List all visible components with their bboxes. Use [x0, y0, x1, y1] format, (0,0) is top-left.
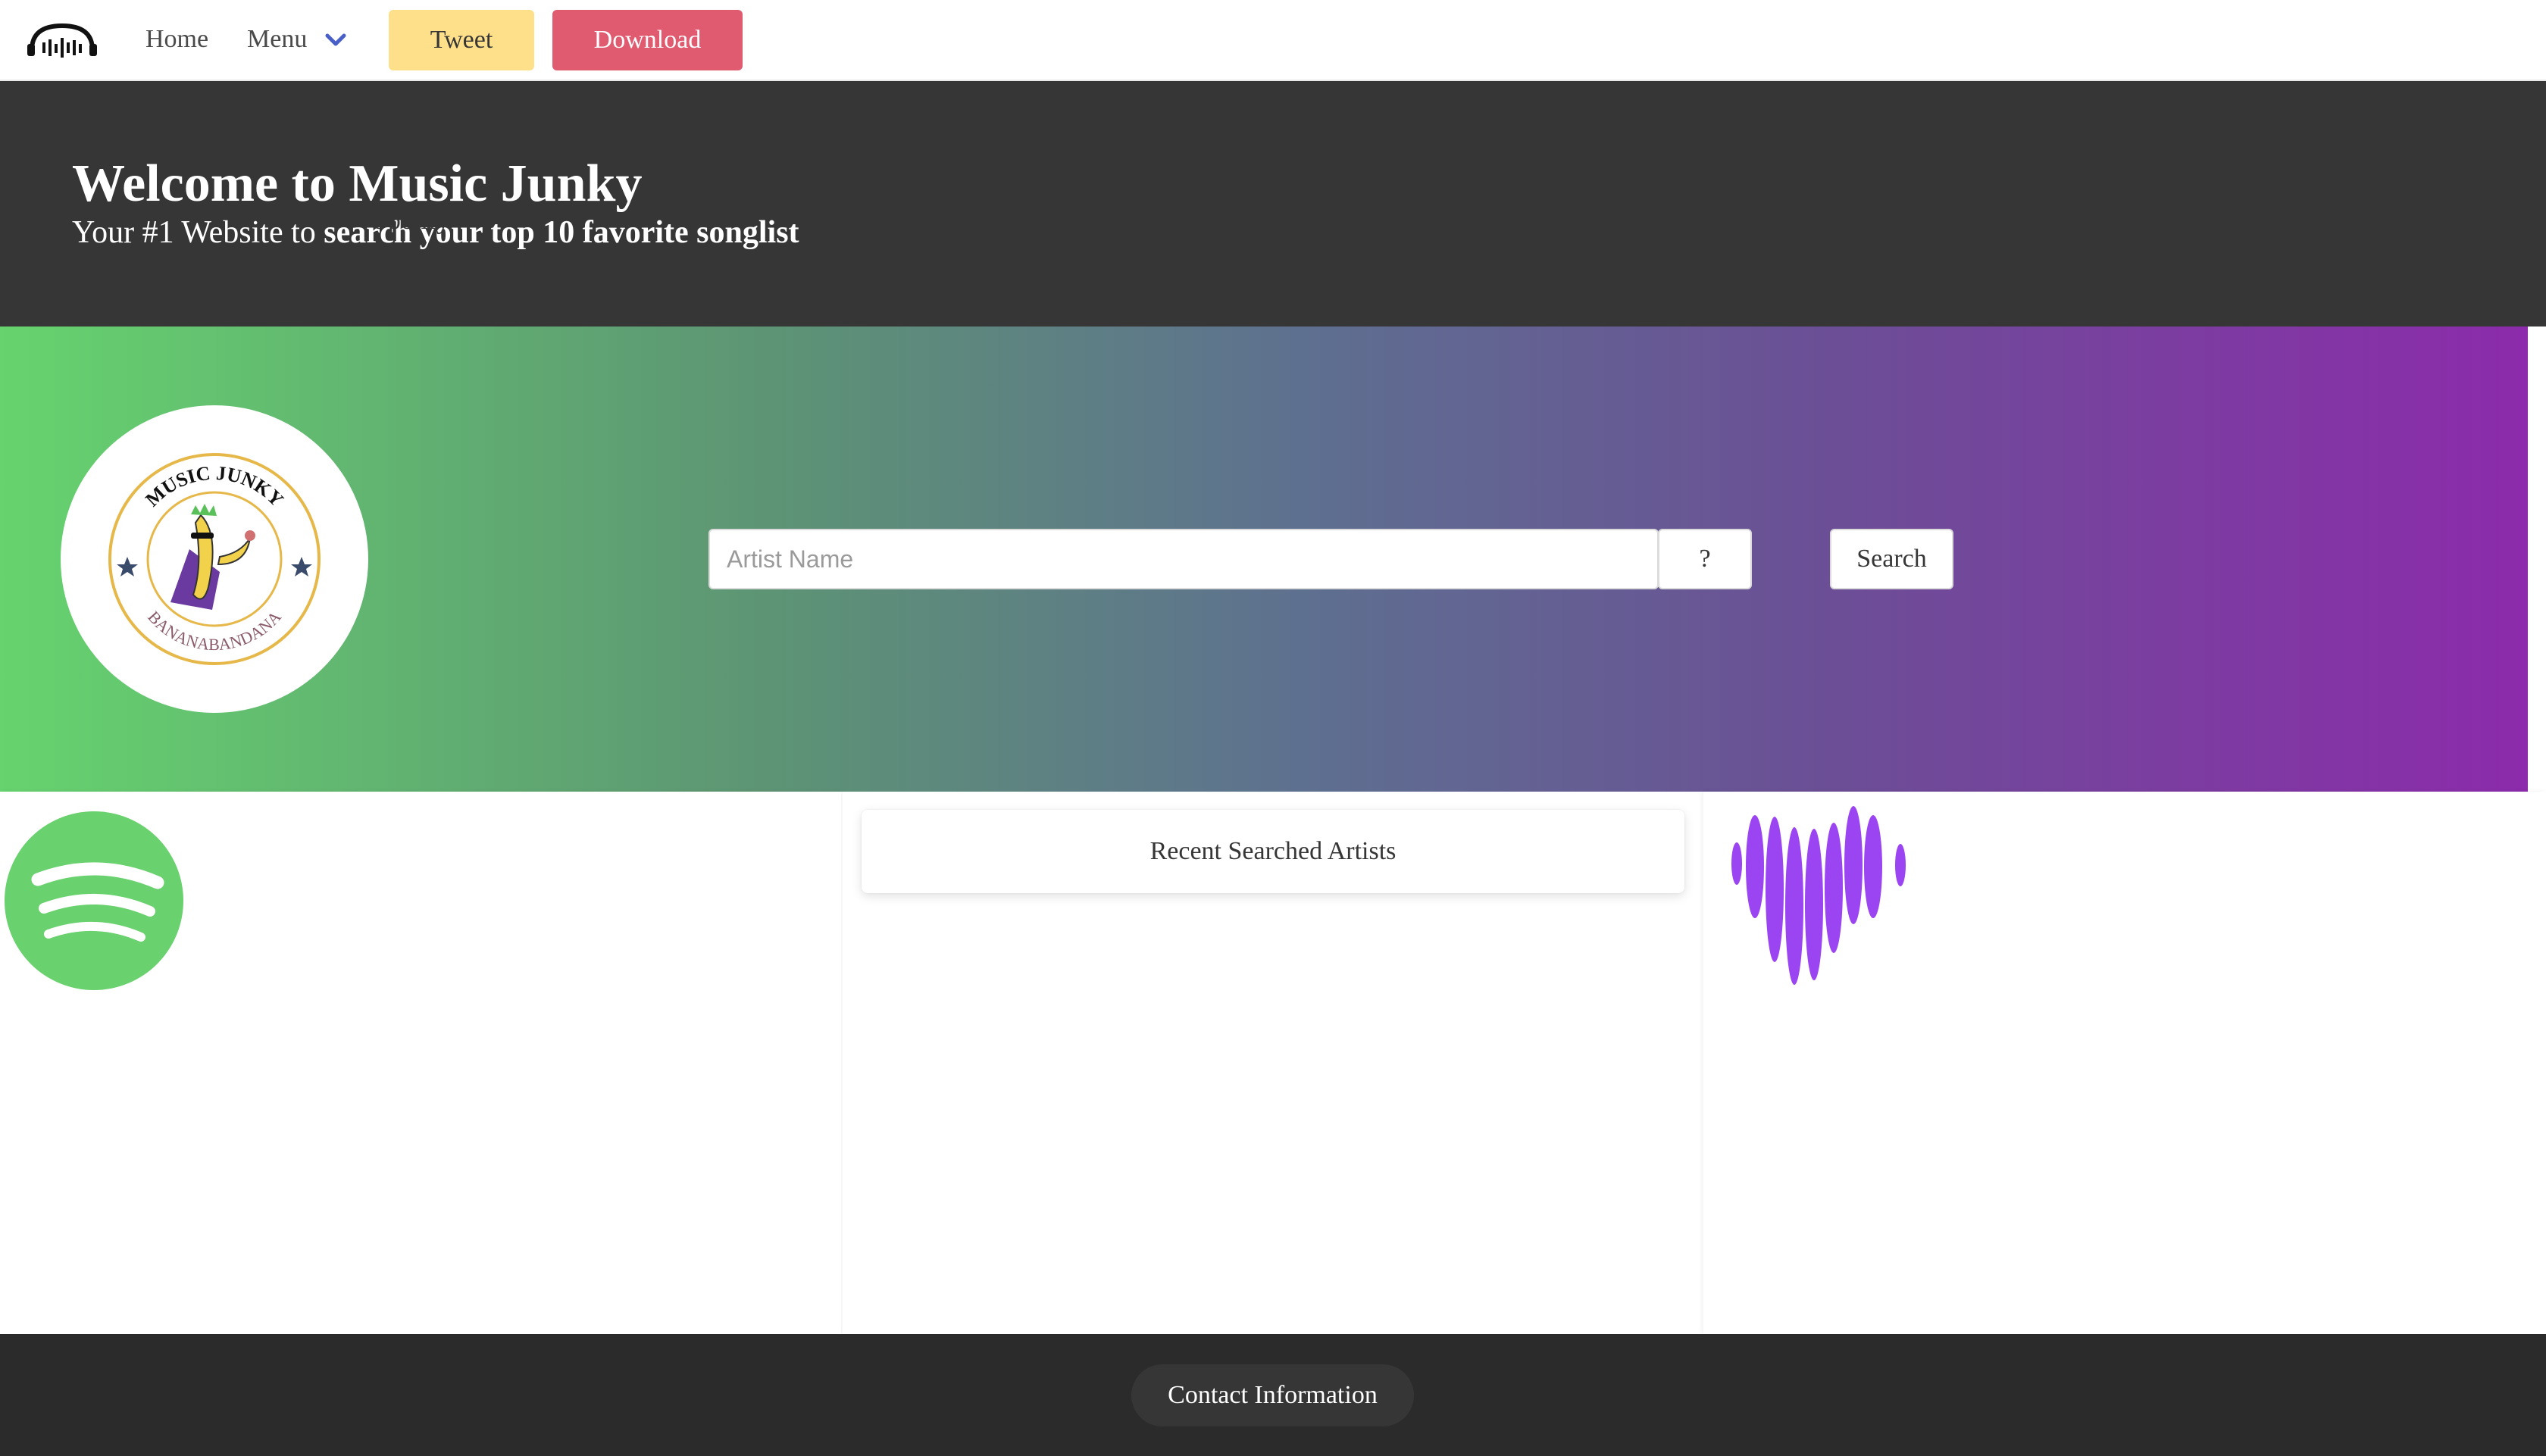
- search-button[interactable]: Search: [1830, 529, 1953, 589]
- headphones-waveform-icon[interactable]: [26, 21, 99, 59]
- spotify-column: [0, 792, 841, 1334]
- help-button[interactable]: ?: [1658, 529, 1752, 589]
- footer: Contact Information: [0, 1334, 2546, 1456]
- recent-searched-artists-card: Recent Searched Artists: [862, 810, 1684, 893]
- download-button[interactable]: Download: [552, 10, 743, 70]
- deezer-icon[interactable]: [1729, 805, 1908, 986]
- page-title: Welcome to Music Junky: [72, 155, 643, 213]
- chevron-down-icon[interactable]: [323, 30, 349, 50]
- artist-name-input[interactable]: [708, 529, 1659, 589]
- nav-menu-link[interactable]: Menu: [247, 23, 307, 56]
- nav-home-link[interactable]: Home: [145, 23, 208, 56]
- spotify-icon[interactable]: [3, 810, 185, 992]
- spotify-label: Spotify: [374, 207, 450, 235]
- deezer-label: Deezer: [2097, 207, 2170, 235]
- logo-badge: MUSIC JUNKY BANANABANDANA: [61, 405, 368, 713]
- contact-information-button[interactable]: Contact Information: [1131, 1364, 1414, 1426]
- search-band: MUSIC JUNKY BANANABANDANA ? Search: [0, 327, 2528, 792]
- banana-mascot-logo: MUSIC JUNKY BANANABANDANA: [108, 453, 321, 665]
- navbar: Home Menu Tweet Download: [0, 0, 2546, 81]
- hero-banner: Welcome to Music Junky Your #1 Website t…: [0, 81, 2546, 327]
- subtitle-plain: Your #1 Website to: [72, 215, 324, 250]
- tweet-button[interactable]: Tweet: [389, 10, 534, 70]
